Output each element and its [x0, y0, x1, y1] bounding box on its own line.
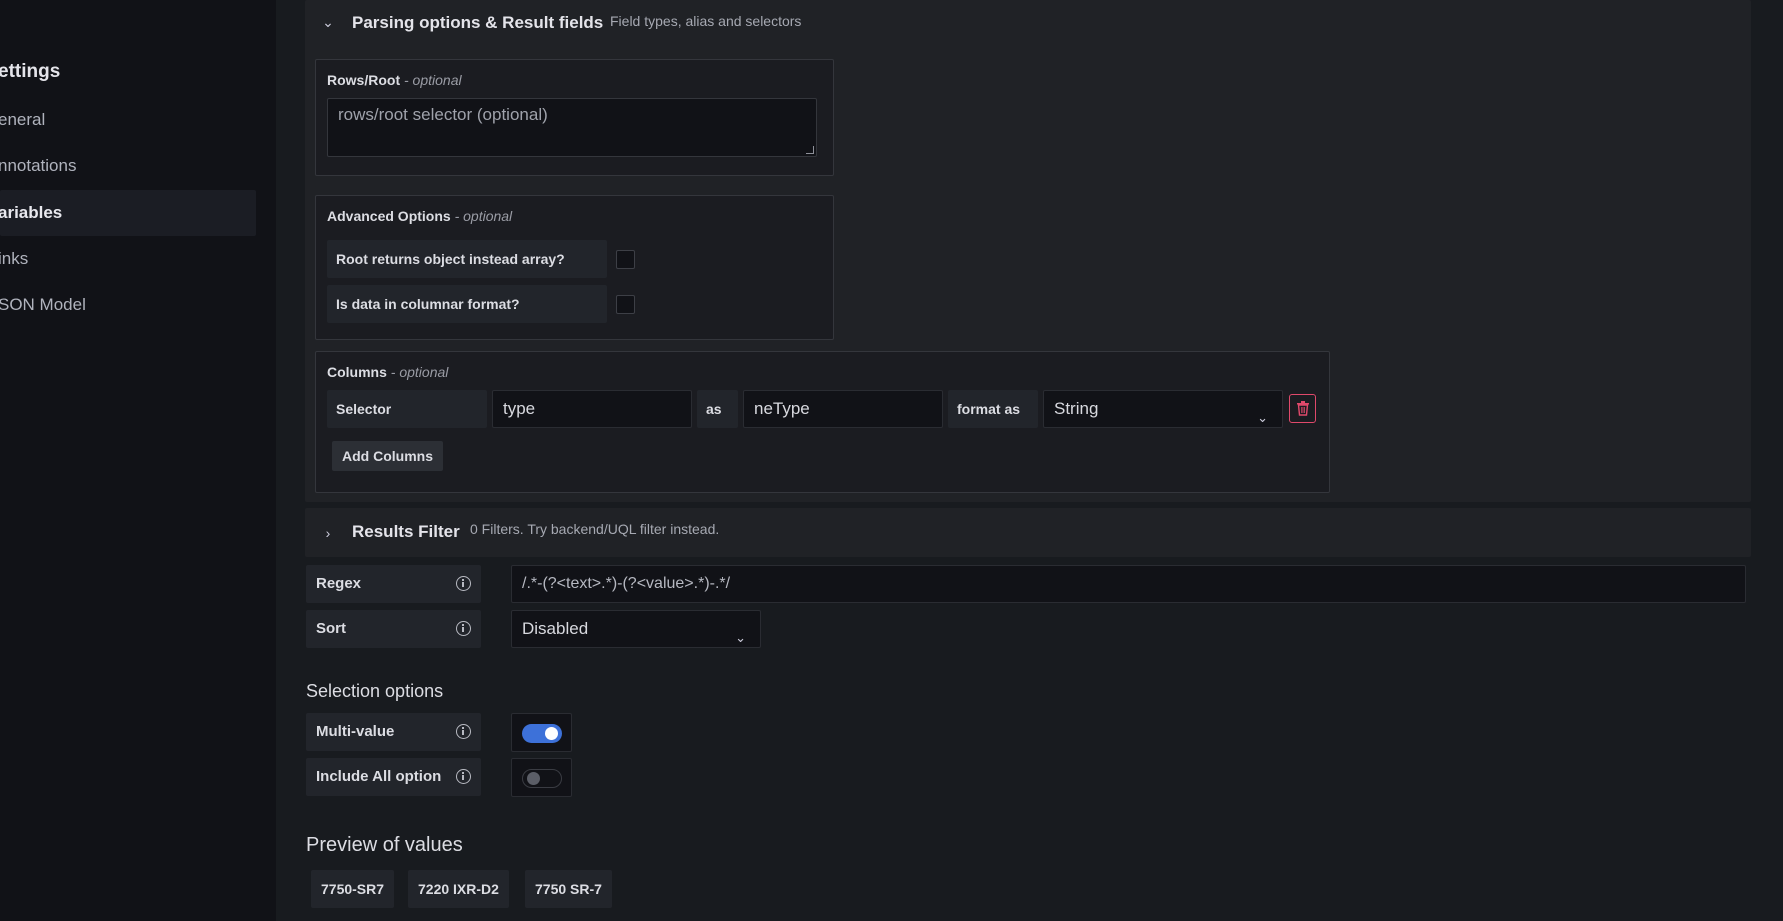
rows-root-box: Rows/Root - optional rows/root selector …	[315, 59, 834, 176]
sort-select-value: Disabled	[522, 619, 589, 638]
include-all-label: Include All option	[306, 758, 481, 796]
include-all-label-text: Include All option	[316, 768, 442, 785]
sidebar-item-json-model[interactable]: SON Model	[0, 282, 256, 328]
parsing-options-title: Parsing options & Result fields	[352, 13, 604, 32]
format-select-value: String	[1054, 399, 1099, 418]
root-object-checkbox[interactable]	[616, 250, 635, 269]
info-icon[interactable]	[456, 724, 471, 739]
results-filter-section[interactable]: › Results Filter 0 Filters. Try backend/…	[305, 508, 1751, 557]
results-filter-title: Results Filter	[352, 522, 460, 541]
toggle-switch-off	[522, 769, 562, 788]
chevron-down-icon: ⌄	[1257, 410, 1268, 425]
advanced-options-label-text: Advanced Options	[327, 208, 451, 224]
page: ettings eneral nnotations ariables inks …	[0, 0, 1783, 921]
format-as-label: format as	[948, 390, 1038, 428]
parsing-options-section: ⌄ Parsing options & Result fields Field …	[305, 0, 1751, 502]
sidebar-item-label: ariables	[0, 203, 63, 222]
as-label: as	[697, 390, 738, 428]
optional-tag: - optional	[454, 208, 513, 224]
sidebar-item-label: inks	[0, 249, 29, 268]
preview-value-chip: 7220 IXR-D2	[408, 870, 509, 908]
sidebar-item-label: nnotations	[0, 156, 77, 175]
add-columns-button[interactable]: Add Columns	[332, 441, 443, 471]
sidebar-item-label: SON Model	[0, 295, 86, 314]
chevron-right-icon: ›	[325, 525, 331, 541]
regex-input[interactable]: /.*-(?<text>.*)-(?<value>.*)-.*/	[511, 565, 1746, 603]
toggle-knob	[545, 727, 558, 740]
sort-select[interactable]: Disabled ⌄	[511, 610, 761, 648]
sidebar-title: ettings	[0, 61, 61, 82]
regex-label: Regex	[306, 565, 481, 603]
main-content: ⌄ Parsing options & Result fields Field …	[276, 0, 1783, 921]
toggle-knob	[527, 772, 540, 785]
sort-label-text: Sort	[316, 620, 346, 637]
sidebar-item-links[interactable]: inks	[0, 236, 256, 282]
columns-label: Columns - optional	[327, 364, 448, 380]
optional-tag: - optional	[390, 364, 449, 380]
multi-value-label-text: Multi-value	[316, 723, 395, 740]
selector-input[interactable]: type	[492, 390, 692, 428]
settings-sidebar: ettings eneral nnotations ariables inks …	[0, 0, 276, 921]
parsing-options-header[interactable]: ⌄ Parsing options & Result fields Field …	[305, 0, 1751, 48]
delete-column-button[interactable]	[1289, 394, 1316, 423]
rows-root-label: Rows/Root - optional	[327, 72, 462, 88]
preview-value-chip: 7750 SR-7	[525, 870, 612, 908]
rows-root-textarea[interactable]: rows/root selector (optional)	[327, 98, 817, 157]
advanced-options-box: Advanced Options - optional Root returns…	[315, 195, 834, 340]
rows-root-label-text: Rows/Root	[327, 72, 401, 88]
multi-value-label: Multi-value	[306, 713, 481, 751]
columns-label-text: Columns	[327, 364, 387, 380]
toggle-switch-on	[522, 724, 562, 743]
include-all-toggle[interactable]	[511, 758, 572, 797]
sidebar-item-general[interactable]: eneral	[0, 97, 256, 143]
regex-label-text: Regex	[316, 575, 362, 592]
preview-value-chip: 7750-SR7	[311, 870, 395, 908]
selector-label: Selector	[327, 390, 487, 428]
columns-box: Columns - optional Selector type as neTy…	[315, 351, 1330, 493]
info-icon[interactable]	[456, 769, 471, 784]
chevron-down-icon: ⌄	[322, 14, 334, 30]
info-icon[interactable]	[456, 621, 471, 636]
info-icon[interactable]	[456, 576, 471, 591]
preview-title: Preview of values	[306, 834, 463, 856]
multi-value-toggle[interactable]	[511, 713, 572, 752]
advanced-options-label: Advanced Options - optional	[327, 208, 512, 224]
root-object-label: Root returns object instead array?	[327, 240, 607, 278]
format-select[interactable]: String ⌄	[1043, 390, 1283, 428]
trash-icon	[1297, 401, 1309, 416]
rows-root-placeholder: rows/root selector (optional)	[338, 105, 548, 124]
columnar-format-checkbox[interactable]	[616, 295, 635, 314]
selection-options-title: Selection options	[306, 681, 444, 701]
columnar-format-label: Is data in columnar format?	[327, 285, 607, 323]
sidebar-item-label: eneral	[0, 110, 46, 129]
results-filter-description: 0 Filters. Try backend/UQL filter instea…	[470, 521, 720, 537]
optional-tag: - optional	[404, 72, 462, 88]
alias-input[interactable]: neType	[743, 390, 943, 428]
sidebar-item-annotations[interactable]: nnotations	[0, 143, 256, 189]
chevron-down-icon: ⌄	[735, 630, 746, 645]
resize-handle-icon[interactable]	[806, 146, 814, 154]
sort-label: Sort	[306, 610, 481, 648]
sidebar-item-variables[interactable]: ariables	[0, 190, 256, 236]
parsing-options-description: Field types, alias and selectors	[610, 13, 802, 29]
